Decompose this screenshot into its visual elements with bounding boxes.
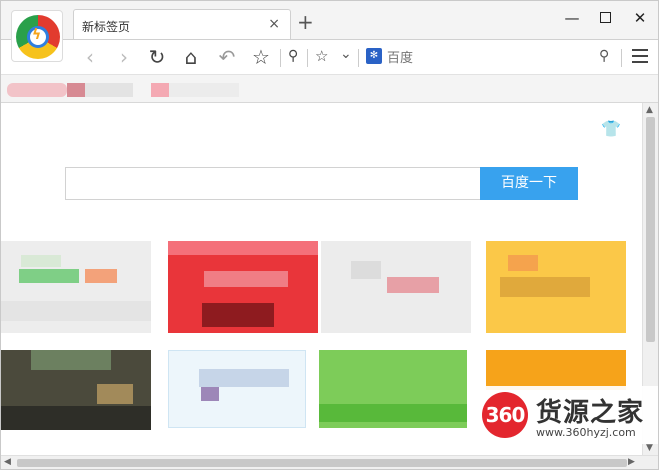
- speed-dial-tile[interactable]: [1, 241, 151, 333]
- watermark-url: www.360hyzj.com: [536, 426, 636, 439]
- close-window-button[interactable]: ✕: [630, 9, 650, 27]
- search-engine-input[interactable]: [387, 46, 587, 70]
- bookmark-item[interactable]: [169, 83, 239, 97]
- toolbar-divider: [358, 49, 359, 67]
- search-button[interactable]: 百度一下: [480, 167, 578, 200]
- watermark-brand: 货源之家: [536, 398, 645, 428]
- browser-logo-icon[interactable]: ϟ: [11, 10, 63, 62]
- tab-title: 新标签页: [82, 20, 131, 34]
- horizontal-scroll-thumb[interactable]: [17, 459, 627, 467]
- maximize-icon: [599, 12, 611, 23]
- vertical-scroll-thumb[interactable]: [646, 117, 655, 342]
- tab-close-icon[interactable]: ×: [268, 16, 280, 32]
- toolbar-divider: [280, 49, 281, 67]
- toolbar-divider: [621, 49, 622, 67]
- watermark: 360 货源之家 www.360hyzj.com: [478, 386, 658, 444]
- speed-dial-tile[interactable]: [486, 241, 626, 333]
- navigation-toolbar: ‹ › ↻ ⌂ ↶ ☆ ⚲ ☆ ⌄ ✻ ⚲: [1, 39, 658, 75]
- mini-search-icon[interactable]: ⚲: [288, 48, 298, 64]
- back-button[interactable]: ‹: [77, 45, 103, 71]
- undo-close-tab-button[interactable]: ↶: [214, 45, 240, 71]
- maximize-button[interactable]: [595, 9, 615, 27]
- speed-dial-tile[interactable]: [319, 350, 467, 428]
- horizontal-scrollbar[interactable]: ◀ ▶: [1, 455, 658, 469]
- minimize-button[interactable]: —: [562, 9, 582, 27]
- bookmark-item[interactable]: [151, 83, 169, 97]
- skin-shirt-icon[interactable]: 👕: [601, 119, 621, 138]
- search-icon[interactable]: ⚲: [599, 48, 609, 64]
- speed-dial-tile[interactable]: [168, 350, 306, 428]
- home-button[interactable]: ⌂: [178, 45, 204, 71]
- search-input[interactable]: [65, 167, 481, 200]
- logo-bolt-icon: ϟ: [32, 27, 42, 43]
- forward-button[interactable]: ›: [111, 45, 137, 71]
- speed-dial-tile[interactable]: [321, 241, 471, 333]
- bookmark-item[interactable]: [67, 83, 85, 97]
- new-tab-button[interactable]: +: [297, 12, 314, 32]
- speed-dial-tile[interactable]: [486, 350, 626, 390]
- scroll-left-icon[interactable]: ◀: [4, 457, 11, 467]
- scroll-down-icon[interactable]: ▼: [646, 443, 653, 453]
- title-bar: 新标签页 × + — ✕: [1, 1, 658, 41]
- bookmark-item[interactable]: [7, 83, 67, 97]
- speed-dial-tile[interactable]: [1, 350, 151, 430]
- baidu-paw-icon[interactable]: ✻: [366, 48, 382, 64]
- watermark-logo-icon: 360: [482, 392, 528, 438]
- menu-icon[interactable]: [632, 49, 648, 67]
- bookmark-star-button[interactable]: ☆: [248, 45, 274, 71]
- scroll-right-icon[interactable]: ▶: [628, 457, 635, 467]
- browser-window: 新标签页 × + — ✕ ϟ ‹ › ↻ ⌂ ↶ ☆ ⚲ ☆ ⌄ ✻ ⚲: [0, 0, 659, 470]
- speed-dial-tile[interactable]: [168, 241, 318, 333]
- scroll-up-icon[interactable]: ▲: [646, 105, 653, 115]
- bookmark-item[interactable]: [85, 83, 133, 97]
- tab-new-tab[interactable]: 新标签页 ×: [73, 9, 291, 41]
- reload-button[interactable]: ↻: [144, 45, 170, 71]
- favorites-star-icon[interactable]: ☆: [315, 47, 328, 65]
- chevron-down-icon[interactable]: ⌄: [340, 46, 352, 62]
- toolbar-divider: [307, 49, 308, 67]
- bookmarks-bar: [1, 75, 658, 103]
